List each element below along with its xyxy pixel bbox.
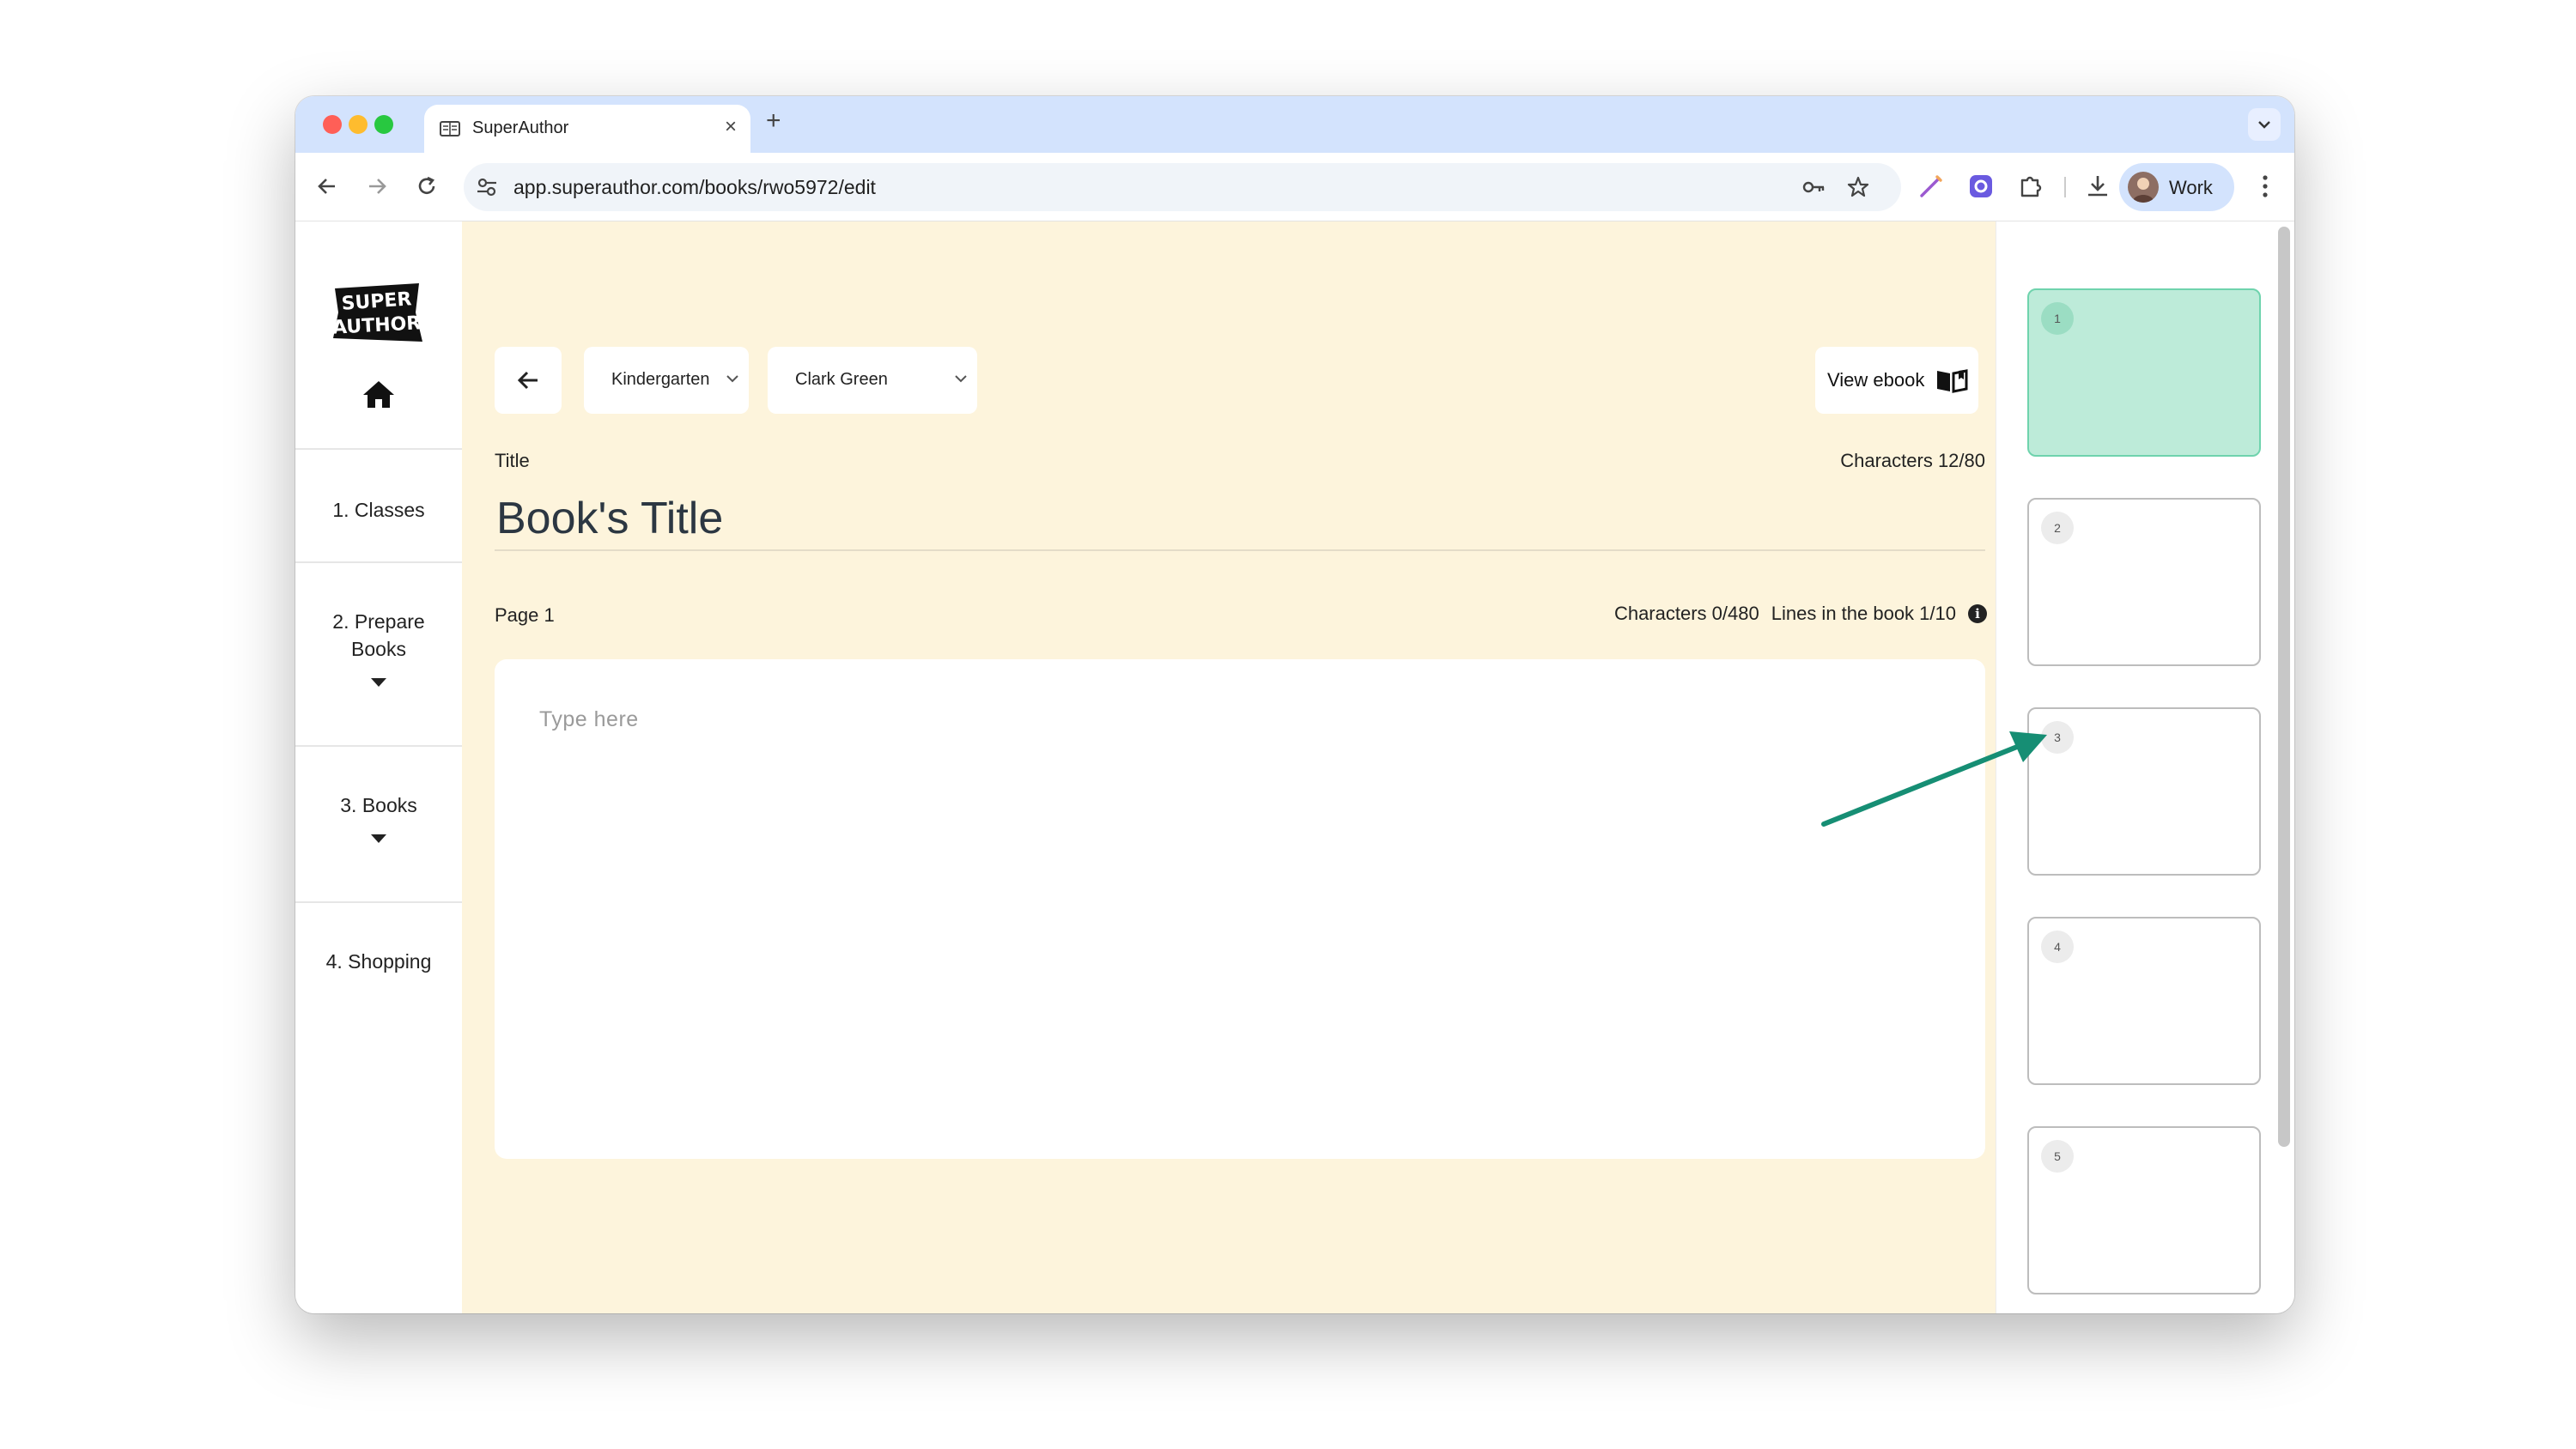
arrow-right-icon [369, 179, 386, 194]
pen-extension-icon[interactable] [1917, 172, 1946, 201]
forward-nav-button[interactable] [362, 172, 392, 201]
book-open-icon [1937, 369, 1968, 393]
book-title-text[interactable]: Book's Title [496, 493, 723, 544]
page-number-badge: 2 [2041, 512, 2074, 544]
chevron-down-icon [2258, 121, 2270, 129]
page-thumbnail[interactable]: 5 [2027, 1126, 2261, 1294]
extensions-puzzle-icon[interactable] [2016, 172, 2045, 201]
reload-button[interactable] [412, 172, 441, 201]
page-thumbnails-panel: 1 2 3 4 5 [1996, 221, 2294, 1313]
reload-icon [418, 176, 435, 194]
book-title-input[interactable]: Book's Title [495, 488, 1985, 551]
arrow-left-icon [318, 179, 335, 194]
tab-strip: SuperAuthor × + [295, 96, 2294, 153]
back-button[interactable] [495, 347, 562, 414]
page-number-badge: 4 [2041, 931, 2074, 963]
caret-down-icon[interactable] [371, 834, 386, 843]
maximize-window-button[interactable] [374, 115, 393, 134]
page-thumbnail[interactable]: 2 [2027, 498, 2261, 666]
browser-toolbar: app.superauthor.com/books/rwo5972/edit W… [295, 153, 2294, 221]
class-select[interactable]: Kindergarten [584, 347, 749, 414]
site-settings-icon[interactable] [476, 177, 498, 197]
info-icon[interactable]: i [1968, 604, 1987, 623]
book-editor: Kindergarten Clark Green View ebook Titl… [462, 221, 1996, 1313]
chevron-down-icon [955, 375, 967, 383]
caret-down-icon[interactable] [371, 678, 386, 687]
screen-extension-icon[interactable] [1966, 172, 1996, 201]
minimize-window-button[interactable] [349, 115, 368, 134]
browser-tab[interactable]: SuperAuthor × [424, 105, 750, 153]
lines-count: Lines in the book 1/10 [1771, 603, 1956, 624]
page-thumbnail[interactable]: 4 [2027, 917, 2261, 1085]
toolbar-divider [2064, 177, 2066, 197]
key-icon[interactable] [1801, 175, 1826, 199]
profile-button[interactable]: Work [2119, 163, 2234, 211]
page-text-area[interactable]: Type here [495, 659, 1985, 1159]
profile-label: Work [2169, 177, 2213, 198]
app-sidebar: SUPER AUTHOR 1. Classes 2. Prepare Books… [295, 221, 462, 1313]
close-window-button[interactable] [323, 115, 342, 134]
sidebar-item-books[interactable]: 3. Books [295, 745, 462, 901]
page-label: Page 1 [495, 604, 555, 626]
url-text[interactable]: app.superauthor.com/books/rwo5972/edit [513, 176, 876, 199]
superauthor-logo[interactable]: SUPER AUTHOR [330, 282, 424, 343]
back-nav-button[interactable] [313, 172, 342, 201]
new-tab-icon[interactable]: + [766, 106, 781, 136]
sidebar-item-classes[interactable]: 1. Classes [295, 448, 462, 561]
book-favicon-icon [440, 121, 460, 136]
page-thumbnail[interactable]: 1 [2027, 288, 2261, 457]
title-character-count: Characters 12/80 [1840, 450, 1985, 471]
home-icon[interactable] [362, 379, 395, 409]
page-viewport: SUPER AUTHOR 1. Classes 2. Prepare Books… [295, 221, 2294, 1313]
tab-search-button[interactable] [2248, 108, 2281, 141]
sidebar-item-prepare-books[interactable]: 2. Prepare Books [295, 561, 462, 745]
thumbnails-scrollbar[interactable] [2278, 227, 2290, 1147]
page-thumbnail[interactable]: 3 [2027, 707, 2261, 876]
view-ebook-button[interactable]: View ebook [1815, 347, 1978, 414]
browser-menu-icon[interactable] [2257, 172, 2274, 201]
download-icon[interactable] [2083, 172, 2112, 201]
student-select[interactable]: Clark Green [768, 347, 977, 414]
tab-title: SuperAuthor [472, 118, 569, 137]
page-character-count: Characters 0/480 [1613, 603, 1759, 624]
browser-window: SuperAuthor × + app.superauthor.com/book… [295, 96, 2294, 1313]
address-bar[interactable]: app.superauthor.com/books/rwo5972/edit [464, 163, 1901, 211]
title-label: Title [495, 450, 530, 471]
text-area-placeholder: Type here [539, 707, 639, 731]
bookmark-star-icon[interactable] [1846, 175, 1870, 199]
chevron-down-icon [726, 375, 738, 383]
page-stats: Characters 0/480 Lines in the book 1/10 … [1614, 603, 1987, 625]
page-number-badge: 1 [2041, 302, 2074, 335]
sidebar-item-shopping[interactable]: 4. Shopping [295, 901, 462, 1013]
avatar [2128, 172, 2159, 203]
close-tab-icon[interactable]: × [725, 115, 737, 139]
page-number-badge: 3 [2041, 721, 2074, 754]
page-number-badge: 5 [2041, 1140, 2074, 1173]
arrow-left-icon [517, 371, 538, 390]
